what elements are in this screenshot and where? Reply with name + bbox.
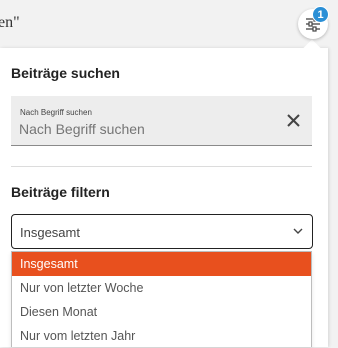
option-this-month[interactable]: Diesen Monat: [12, 300, 311, 324]
page-title: en": [0, 14, 20, 31]
option-last-year[interactable]: Nur vom letzten Jahr: [12, 324, 311, 348]
section-divider: [11, 166, 312, 167]
chevron-down-icon: [293, 228, 303, 234]
search-input[interactable]: [19, 119, 269, 139]
search-section-title: Beiträge suchen: [11, 65, 120, 81]
option-last-week[interactable]: Nur von letzter Woche: [12, 276, 311, 300]
option-insgesamt[interactable]: Insgesamt: [12, 252, 311, 276]
search-field[interactable]: Nach Begriff suchen: [11, 96, 312, 146]
clear-search-button[interactable]: [283, 110, 303, 130]
select-current-value: Insgesamt: [20, 225, 80, 240]
top-bar: en": [0, 0, 338, 48]
search-field-label: Nach Begriff suchen: [20, 108, 92, 117]
filter-count-badge: 1: [312, 6, 329, 23]
time-filter-dropdown: Insgesamt Nur von letzter Woche Diesen M…: [11, 251, 312, 347]
filter-section-title: Beiträge filtern: [11, 184, 110, 200]
time-filter-select[interactable]: Insgesamt: [11, 214, 313, 249]
close-icon: [286, 113, 300, 127]
